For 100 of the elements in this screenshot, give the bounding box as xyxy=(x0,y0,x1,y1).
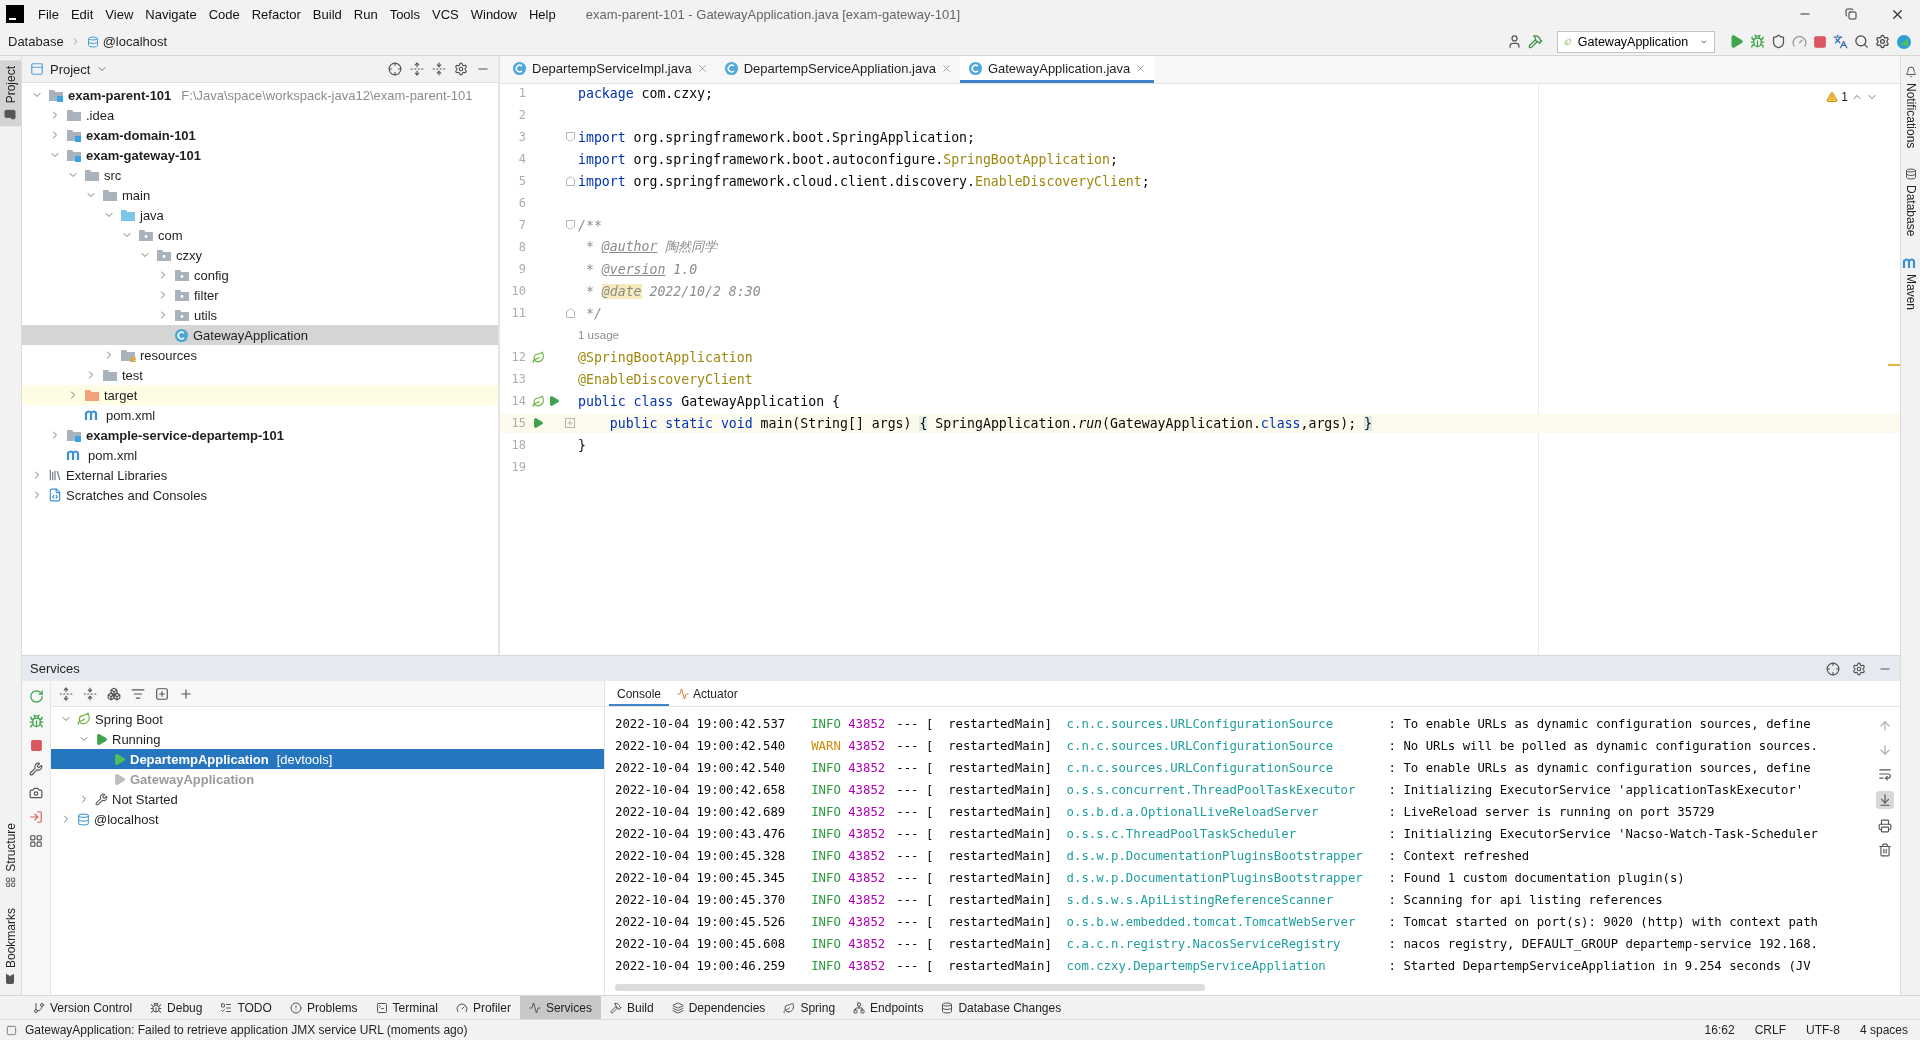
tree-item[interactable]: com xyxy=(22,225,498,245)
editor-tab[interactable]: DepartempServiceImpl.java xyxy=(504,56,716,83)
menu-item[interactable]: VCS xyxy=(426,6,465,22)
coverage-icon[interactable] xyxy=(1771,34,1786,49)
filter-icon[interactable] xyxy=(131,686,145,701)
tool-window-button[interactable]: Debug xyxy=(141,996,212,1019)
run-icon[interactable] xyxy=(532,417,544,430)
fold-icon[interactable] xyxy=(565,132,575,143)
tool-window-button[interactable]: Terminal xyxy=(366,996,447,1019)
crosshair-icon[interactable] xyxy=(1826,661,1840,676)
tree-item[interactable]: src xyxy=(22,165,498,185)
tool-window-button[interactable]: Database Changes xyxy=(932,996,1071,1019)
plugin-logo-icon[interactable] xyxy=(1896,33,1912,50)
tree-item[interactable]: Running xyxy=(51,729,604,749)
status-item[interactable]: 16:62 xyxy=(1698,1023,1741,1037)
tree-item[interactable]: pom.xml xyxy=(22,445,498,465)
tree-item[interactable]: .idea xyxy=(22,105,498,125)
tree-item[interactable]: External Libraries xyxy=(22,465,498,485)
new-tab-icon[interactable] xyxy=(155,686,169,701)
run-icon[interactable] xyxy=(1729,34,1744,49)
menu-item[interactable]: Navigate xyxy=(139,6,203,22)
arrow-down-icon[interactable] xyxy=(1878,743,1892,757)
breadcrumb[interactable]: @localhost xyxy=(86,34,168,49)
tree-item[interactable]: test xyxy=(22,365,498,385)
tool-window-button[interactable]: Profiler xyxy=(446,996,520,1019)
collapse-all-icon[interactable] xyxy=(432,62,446,76)
tool-window-tab[interactable]: Notifications xyxy=(1901,60,1920,155)
tree-item[interactable]: Not Started xyxy=(51,789,604,809)
menu-item[interactable]: Run xyxy=(347,6,384,22)
menu-item[interactable]: Refactor xyxy=(245,6,307,22)
tree-item[interactable]: main xyxy=(22,185,498,205)
tool-window-button[interactable]: Services xyxy=(519,996,601,1019)
tree-item[interactable]: DepartempApplication [devtools] xyxy=(51,749,604,769)
unfold-icon[interactable] xyxy=(565,418,575,429)
tree-item[interactable]: utils xyxy=(22,305,498,325)
tree-item[interactable]: exam-parent-101 F:\Java\space\workspack-java12\exam-parent-101 xyxy=(22,85,498,105)
tree-item[interactable]: resources xyxy=(22,345,498,365)
tool-window-tab[interactable]: Database xyxy=(1901,162,1920,243)
status-item[interactable]: 4 spaces xyxy=(1853,1023,1914,1037)
project-view-dropdown[interactable]: Project xyxy=(30,61,109,77)
editor-tab[interactable]: GatewayApplication.java xyxy=(959,56,1155,83)
tree-item[interactable]: filter xyxy=(22,285,498,305)
tool-window-button[interactable]: Version Control xyxy=(24,996,142,1019)
user-icon[interactable] xyxy=(1507,34,1522,49)
leaf-icon[interactable] xyxy=(532,350,545,364)
tree-item[interactable]: config xyxy=(22,265,498,285)
expand-all-icon[interactable] xyxy=(410,62,424,76)
tree-item[interactable]: Scratches and Consoles xyxy=(22,485,498,505)
fold-icon[interactable] xyxy=(565,176,575,187)
menu-item[interactable]: File xyxy=(32,6,65,22)
tool-window-button[interactable]: Dependencies xyxy=(662,996,775,1019)
tree-item[interactable]: java xyxy=(22,205,498,225)
tool-window-button[interactable]: Endpoints xyxy=(844,996,933,1019)
profiler-icon[interactable] xyxy=(1792,34,1807,49)
usage-hint[interactable]: 1 usage xyxy=(578,329,619,342)
tool-window-button[interactable]: TODO xyxy=(211,996,281,1019)
run-icon[interactable] xyxy=(548,394,560,407)
leaf-icon[interactable] xyxy=(532,394,545,408)
wrench-icon[interactable] xyxy=(29,762,43,776)
tool-window-button[interactable]: Spring xyxy=(774,996,845,1019)
tree-item[interactable]: example-service-departemp-101 xyxy=(22,425,498,445)
tool-window-tab[interactable]: Bookmarks xyxy=(0,901,21,991)
tree-item[interactable]: target xyxy=(22,385,498,405)
restore-icon[interactable] xyxy=(1845,8,1857,20)
add-icon[interactable] xyxy=(179,686,193,701)
collapse-all-icon[interactable] xyxy=(83,686,97,701)
editor-tab[interactable]: DepartempServiceAppliation.java xyxy=(715,56,960,83)
tool-window-tab[interactable]: Maven xyxy=(1901,250,1920,316)
menu-item[interactable]: View xyxy=(99,6,140,22)
settings-icon[interactable] xyxy=(1875,34,1890,49)
breadcrumb[interactable]: Database xyxy=(8,34,64,49)
warning-icon[interactable] xyxy=(1826,91,1839,103)
settings-icon[interactable] xyxy=(454,62,468,76)
app-logo-icon[interactable] xyxy=(6,5,24,23)
menu-item[interactable]: Code xyxy=(202,6,246,22)
tool-window-button[interactable]: Build xyxy=(600,996,663,1019)
translate-icon[interactable] xyxy=(1833,34,1848,49)
camera-icon[interactable] xyxy=(29,786,43,800)
tree-item[interactable]: @localhost xyxy=(51,809,604,829)
print-icon[interactable] xyxy=(1878,819,1892,833)
layout-icon[interactable] xyxy=(29,834,43,848)
menu-item[interactable]: Edit xyxy=(64,6,100,22)
tree-item[interactable]: exam-domain-101 xyxy=(22,125,498,145)
tool-window-tab[interactable]: Project xyxy=(0,60,21,127)
expand-all-icon[interactable] xyxy=(59,686,73,701)
status-item[interactable]: CRLF xyxy=(1748,1023,1792,1037)
tree-item[interactable]: Spring Boot xyxy=(51,709,604,729)
status-item[interactable]: UTF-8 xyxy=(1799,1023,1846,1037)
crosshair-icon[interactable] xyxy=(388,62,402,76)
tree-item[interactable]: pom.xml xyxy=(22,405,498,425)
trash-icon[interactable] xyxy=(1878,843,1892,857)
rerun-icon[interactable] xyxy=(28,689,44,704)
settings-icon[interactable] xyxy=(1852,661,1866,676)
fold-icon[interactable] xyxy=(565,220,575,231)
wrap-icon[interactable] xyxy=(1878,767,1892,781)
tool-window-tab[interactable]: Structure xyxy=(0,817,21,894)
tree-item[interactable]: GatewayApplication xyxy=(22,325,498,345)
arrow-up-icon[interactable] xyxy=(1878,719,1892,733)
stop-icon[interactable] xyxy=(29,739,43,752)
menu-item[interactable]: Window xyxy=(464,6,523,22)
